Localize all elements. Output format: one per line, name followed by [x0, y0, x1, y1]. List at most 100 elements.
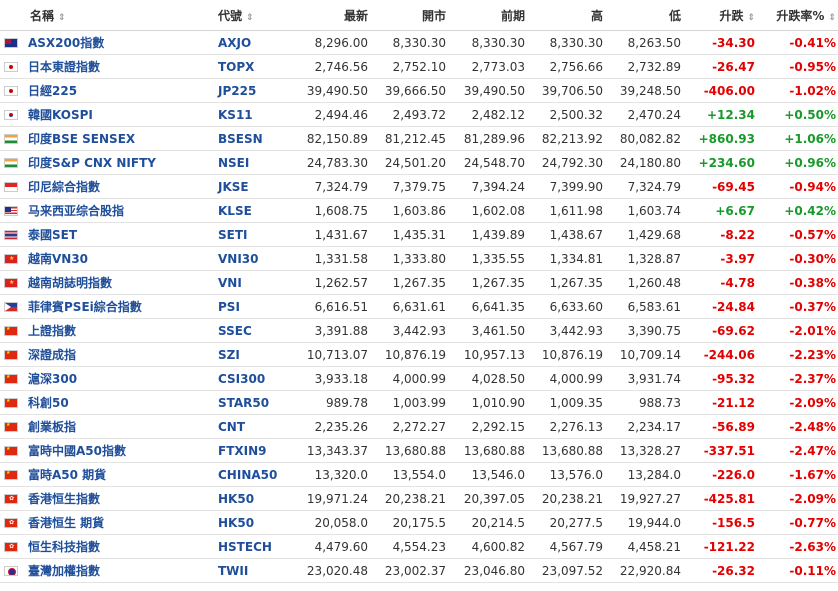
index-code-link[interactable]: HK50	[218, 516, 254, 530]
col-header-open-label: 開市	[421, 8, 446, 23]
index-name-link[interactable]: 越南VN30	[28, 252, 88, 266]
index-code-link[interactable]: CHINA50	[218, 468, 277, 482]
table-row[interactable]: ★ 越南VN30 VNI30 1,331.58 1,333.80 1,335.55 1,33…	[0, 246, 838, 271]
index-code-link[interactable]: PSI	[218, 300, 240, 314]
cell-last: 1,331.58	[290, 246, 370, 271]
index-name-link[interactable]: 印度S&P CNX NIFTY	[28, 156, 156, 170]
cell-low: 1,603.74	[605, 198, 683, 223]
index-name-link[interactable]: 香港恒生 期貨	[28, 516, 104, 530]
sort-icon[interactable]: ⇕	[58, 13, 66, 23]
index-code-link[interactable]: AXJO	[218, 36, 251, 50]
table-row[interactable]: ✿ 香港恒生 期貨 HK50 20,058.0 20,175.5 20,214.5 20,2…	[0, 510, 838, 535]
sort-icon[interactable]: ⇕	[828, 13, 836, 23]
col-header-prev[interactable]: 前期	[448, 0, 527, 31]
cell-change-pct: -0.57%	[757, 222, 838, 247]
col-header-code[interactable]: 代號 ⇕	[218, 0, 290, 31]
table-row[interactable]: ★ 上證指數 SSEC 3,391.88 3,442.93 3,461.50 3,442.9…	[0, 318, 838, 343]
sort-icon[interactable]: ⇕	[747, 13, 755, 23]
cell-change: -69.62	[683, 318, 757, 343]
index-code-link[interactable]: FTXIN9	[218, 444, 267, 458]
table-row[interactable]: ★ 滬深300 CSI300 3,933.18 4,000.99 4,028.50 4,00…	[0, 366, 838, 391]
col-header-name[interactable]: 名稱 ⇕	[0, 0, 218, 31]
index-code-link[interactable]: HK50	[218, 492, 254, 506]
index-name-link[interactable]: 印度BSE SENSEX	[28, 132, 135, 146]
table-row[interactable]: 泰國SET SETI 1,431.67 1,435.31 1,439.89 1,438.6…	[0, 222, 838, 247]
cell-prev: 7,394.24	[448, 174, 527, 199]
table-row[interactable]: ★ 科創50 STAR50 989.78 1,003.99 1,010.90 1,009.3…	[0, 390, 838, 415]
index-code-link[interactable]: VNI	[218, 276, 242, 290]
index-name-link[interactable]: 上證指數	[28, 324, 76, 338]
col-header-low[interactable]: 低	[605, 0, 683, 31]
table-row[interactable]: 印度BSE SENSEX BSESN 82,150.89 81,212.45 81,28…	[0, 126, 838, 151]
index-name-link[interactable]: 韓國KOSPI	[28, 108, 93, 122]
cell-last: 19,971.24	[290, 486, 370, 511]
cell-prev: 2,292.15	[448, 414, 527, 439]
cell-high: 20,277.5	[527, 510, 605, 535]
index-name-link[interactable]: 富時A50 期貨	[28, 468, 106, 482]
cell-change: -337.51	[683, 438, 757, 463]
table-row[interactable]: ★ 富時A50 期貨 CHINA50 13,320.0 13,554.0 13,546.0…	[0, 462, 838, 487]
table-row[interactable]: 日經225 JP225 39,490.50 39,666.50 39,490.50 39,…	[0, 78, 838, 103]
cell-code: KS11	[218, 102, 290, 127]
index-code-link[interactable]: JKSE	[218, 180, 249, 194]
index-name-link[interactable]: 菲律賓PSEi綜合指數	[28, 300, 142, 314]
index-code-link[interactable]: BSESN	[218, 132, 263, 146]
col-header-open[interactable]: 開市	[370, 0, 448, 31]
table-row[interactable]: ★ 創業板指 CNT 2,235.26 2,272.27 2,292.15 2,276.13…	[0, 414, 838, 439]
table-row[interactable]: 韓國KOSPI KS11 2,494.46 2,493.72 2,482.12 2,500…	[0, 102, 838, 127]
index-code-link[interactable]: CNT	[218, 420, 245, 434]
index-code-link[interactable]: SZI	[218, 348, 240, 362]
cell-change-pct: -0.37%	[757, 294, 838, 319]
kr-flag-icon	[4, 109, 18, 120]
index-name-link[interactable]: 日本東證指數	[28, 60, 100, 74]
index-code-link[interactable]: VNI30	[218, 252, 259, 266]
index-name-link[interactable]: 香港恒生指數	[28, 492, 100, 506]
index-name-link[interactable]: 科創50	[28, 396, 69, 410]
table-row[interactable]: 印尼綜合指數 JKSE 7,324.79 7,379.75 7,394.24 7,399.…	[0, 174, 838, 199]
index-name-link[interactable]: 創業板指	[28, 420, 76, 434]
index-name-link[interactable]: 日經225	[28, 84, 77, 98]
index-name-link[interactable]: 滬深300	[28, 372, 77, 386]
index-name-link[interactable]: 泰國SET	[28, 228, 77, 242]
table-row[interactable]: 菲律賓PSEi綜合指數 PSI 6,616.51 6,631.61 6,641.35 6,…	[0, 294, 838, 319]
index-code-link[interactable]: KS11	[218, 108, 253, 122]
cell-change: -425.81	[683, 486, 757, 511]
table-row[interactable]: ASX200指數 AXJO 8,296.00 8,330.30 8,330.30 8,33…	[0, 30, 838, 55]
index-code-link[interactable]: NSEI	[218, 156, 249, 170]
index-code-link[interactable]: TWII	[218, 564, 248, 578]
index-name-link[interactable]: ASX200指數	[28, 36, 104, 50]
table-row[interactable]: 马来西亚综合股指 KLSE 1,608.75 1,603.86 1,602.08 1,61…	[0, 198, 838, 223]
index-name-link[interactable]: 马来西亚综合股指	[28, 204, 124, 218]
col-header-change-pct[interactable]: 升跌率% ⇕	[757, 0, 838, 31]
index-code-link[interactable]: KLSE	[218, 204, 252, 218]
cell-prev: 4,028.50	[448, 366, 527, 391]
index-name-link[interactable]: 印尼綜合指數	[28, 180, 100, 194]
table-row[interactable]: ★ 越南胡誌明指數 VNI 1,262.57 1,267.35 1,267.35 1,267…	[0, 270, 838, 295]
table-row[interactable]: 臺灣加權指數 TWII 23,020.48 23,002.37 23,046.80 23,…	[0, 558, 838, 583]
index-code-link[interactable]: TOPX	[218, 60, 254, 74]
index-name-link[interactable]: 越南胡誌明指數	[28, 276, 112, 290]
index-name-link[interactable]: 臺灣加權指數	[28, 564, 100, 578]
cell-open: 2,493.72	[370, 102, 448, 127]
index-name-link[interactable]: 富時中國A50指數	[28, 444, 126, 458]
table-row[interactable]: ✿ 香港恒生指數 HK50 19,971.24 20,238.21 20,397.05 20…	[0, 486, 838, 511]
table-row[interactable]: 日本東證指數 TOPX 2,746.56 2,752.10 2,773.03 2,756.…	[0, 54, 838, 79]
col-header-change[interactable]: 升跌 ⇕	[683, 0, 757, 31]
table-row[interactable]: ★ 深證成指 SZI 10,713.07 10,876.19 10,957.13 10,87…	[0, 342, 838, 367]
index-code-link[interactable]: JP225	[218, 84, 256, 98]
table-row[interactable]: ★ 富時中國A50指數 FTXIN9 13,343.37 13,680.88 13,680…	[0, 438, 838, 463]
cell-high: 82,213.92	[527, 126, 605, 151]
index-code-link[interactable]: SETI	[218, 228, 248, 242]
index-code-link[interactable]: SSEC	[218, 324, 252, 338]
table-row[interactable]: ✿ 恒生科技指數 HSTECH 4,479.60 4,554.23 4,600.82 4,5…	[0, 534, 838, 559]
index-name-link[interactable]: 深證成指	[28, 348, 76, 362]
index-code-link[interactable]: CSI300	[218, 372, 265, 386]
index-code-link[interactable]: HSTECH	[218, 540, 272, 554]
table-row[interactable]: 印度S&P CNX NIFTY NSEI 24,783.30 24,501.20 24,…	[0, 150, 838, 175]
index-name-link[interactable]: 恒生科技指數	[28, 540, 100, 554]
col-header-last[interactable]: 最新	[290, 0, 370, 31]
col-header-high[interactable]: 高	[527, 0, 605, 31]
sort-icon[interactable]: ⇕	[246, 13, 254, 23]
index-code-link[interactable]: STAR50	[218, 396, 269, 410]
cell-code: AXJO	[218, 30, 290, 55]
